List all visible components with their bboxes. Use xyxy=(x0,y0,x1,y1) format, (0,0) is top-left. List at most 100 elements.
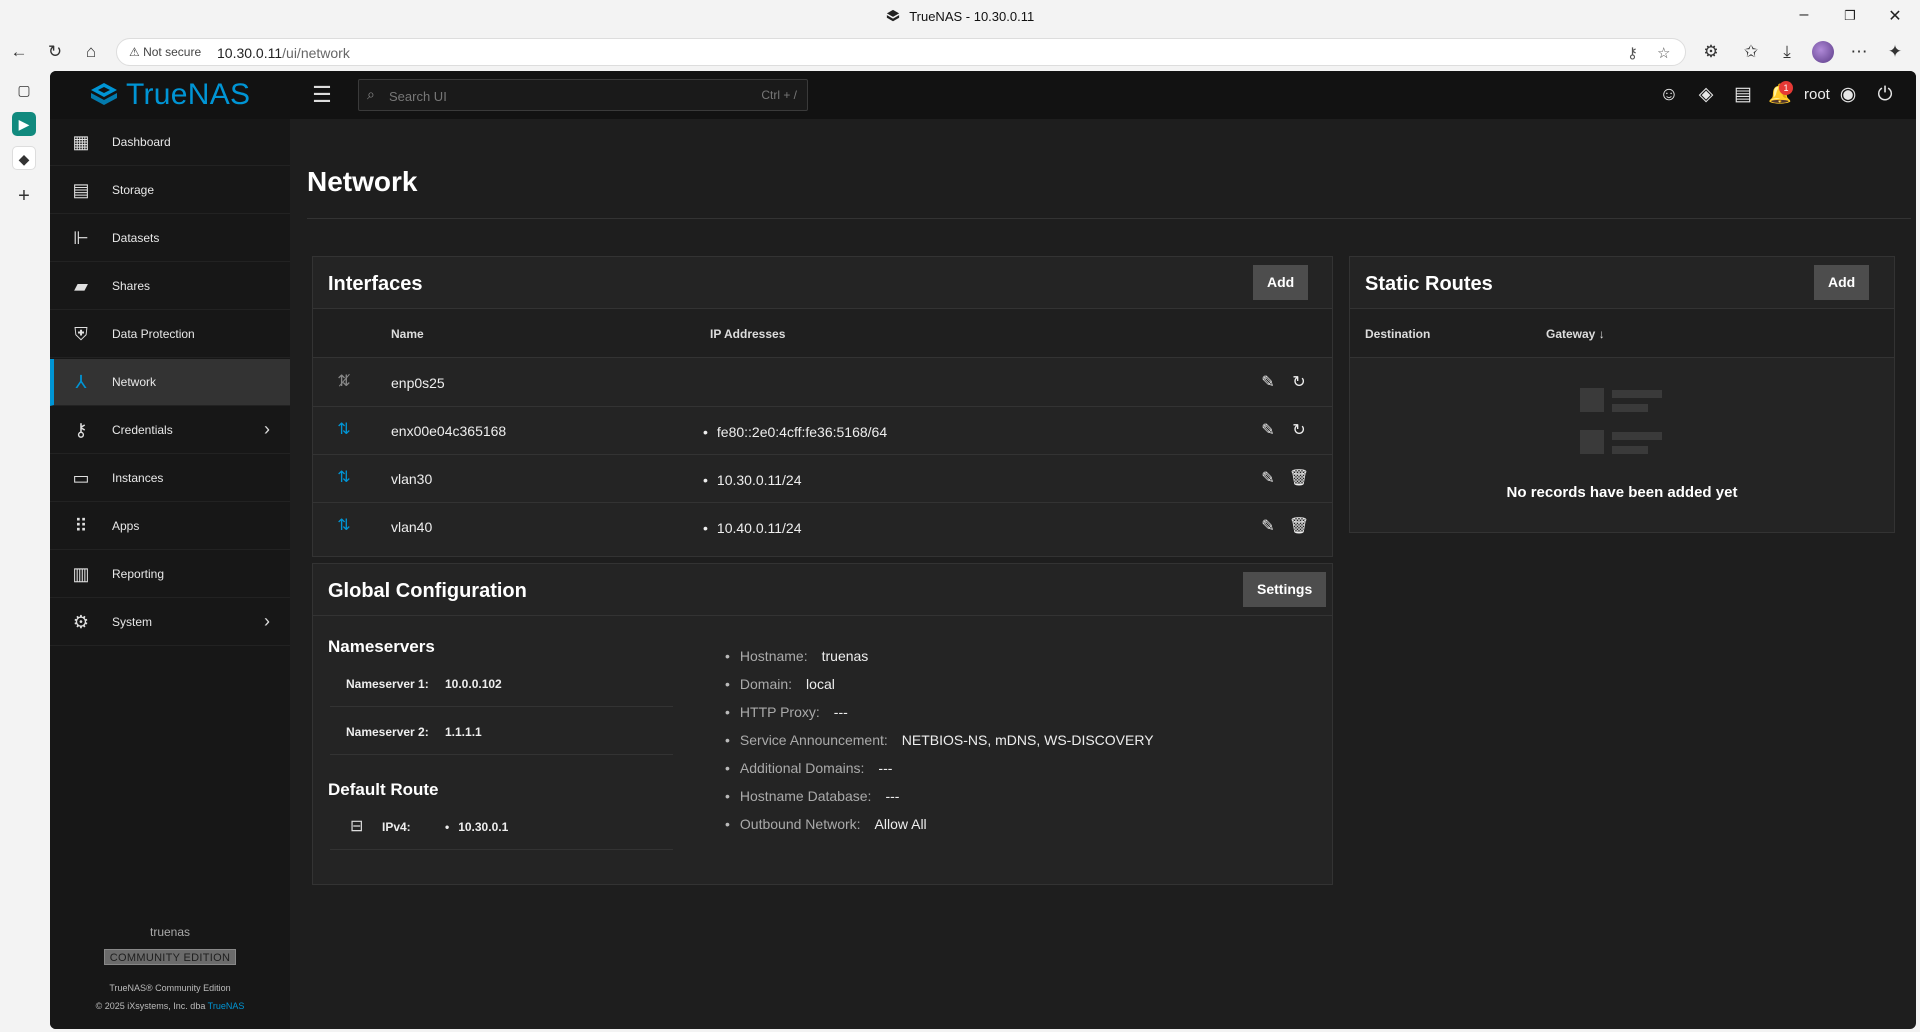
shield-icon: ⛨ xyxy=(74,324,88,344)
dashboard-icon: ▦ xyxy=(72,132,90,152)
edit-icon[interactable]: ✎ xyxy=(1257,468,1279,490)
truecommand-icon[interactable]: ◈ xyxy=(1694,83,1718,107)
favorites-icon[interactable]: ✩ xyxy=(1740,42,1762,62)
close-icon[interactable]: ✕ xyxy=(1885,6,1905,26)
empty-state: No records have been added yet xyxy=(1350,358,1894,533)
interfaces-title: Interfaces xyxy=(328,273,423,295)
truenas-logo-icon xyxy=(886,9,899,22)
shares-icon: ▰ xyxy=(74,276,88,296)
copyright: © 2025 iXsystems, Inc. dba TrueNAS xyxy=(95,1001,245,1011)
sidebar-item-reporting[interactable]: ▥ Reporting xyxy=(50,551,290,598)
empty-list-icon xyxy=(1580,388,1662,454)
link-up-icon: ⇅ xyxy=(337,517,351,534)
global-configuration-card: Global Configuration Settings Nameserver… xyxy=(312,563,1333,885)
reload-icon[interactable]: ↻ xyxy=(44,41,66,63)
settings-button[interactable]: Settings xyxy=(1243,572,1327,607)
global-config-header: Global Configuration Settings xyxy=(313,564,1332,616)
search-box[interactable]: ⌕ Ctrl + / xyxy=(358,79,808,111)
global-config-title: Global Configuration xyxy=(328,580,527,602)
tab-media-icon[interactable]: ▶ xyxy=(12,112,36,136)
extensions-icon[interactable]: ⚙ xyxy=(1700,42,1722,62)
page-title: Network xyxy=(307,166,418,197)
link-down-icon: ⇅̸ xyxy=(337,373,351,390)
more-menu-icon[interactable]: ⋯ xyxy=(1848,42,1870,62)
vertical-tabs: ▢ ▶ ◆ + xyxy=(0,70,50,1032)
add-interface-button[interactable]: Add xyxy=(1253,265,1309,300)
brand-logo[interactable]: TrueNAS xyxy=(88,78,250,111)
sidebar-item-storage[interactable]: ▤ Storage xyxy=(50,167,290,214)
table-row[interactable]: ⇅ enx00e04c365168 fe80::2e0:4cff:fe36:51… xyxy=(313,407,1332,455)
edit-icon[interactable]: ✎ xyxy=(1257,516,1279,538)
notification-badge: 1 xyxy=(1779,81,1793,95)
tab-actions-icon[interactable]: ▢ xyxy=(12,78,36,102)
edit-icon[interactable]: ✎ xyxy=(1257,372,1279,394)
apps-grid-icon: ⠿ xyxy=(74,516,88,536)
sidebar-item-dashboard[interactable]: ▦ Dashboard xyxy=(50,119,290,166)
copilot-icon[interactable]: ✦ xyxy=(1884,42,1906,62)
table-row[interactable]: ⇅ vlan40 10.40.0.11/24 ✎ 🗑 xyxy=(313,503,1332,551)
address-bar[interactable]: ⚠ Not secure 10.30.0.11/ui/network ⚷ ☆ xyxy=(116,38,1686,66)
link-up-icon: ⇅ xyxy=(337,421,351,438)
gear-icon: ⚙ xyxy=(72,612,90,632)
table-row[interactable]: ⇅ vlan30 10.30.0.11/24 ✎ 🗑 xyxy=(313,455,1332,503)
edit-icon[interactable]: ✎ xyxy=(1257,420,1279,442)
password-key-icon[interactable]: ⚷ xyxy=(1627,44,1638,62)
title-divider xyxy=(307,218,1911,219)
tab-truenas-icon[interactable]: ◆ xyxy=(12,146,36,170)
sidebar: ▦ Dashboard ▤ Storage ⊩ Datasets ▰ Share… xyxy=(50,119,290,1029)
table-row[interactable]: ⇅̸ enp0s25 ✎ ↻ xyxy=(313,359,1332,407)
sidebar-item-instances[interactable]: ▭ Instances xyxy=(50,455,290,502)
sidebar-item-datasets[interactable]: ⊩ Datasets xyxy=(50,215,290,262)
add-static-route-button[interactable]: Add xyxy=(1814,265,1870,300)
detail-outbound-network: Outbound Network:Allow All xyxy=(725,816,927,832)
truenas-app: TrueNAS ☰ ⌕ Ctrl + / ☺ ◈ ▤ 🔔 1 root ◉ ⏻ … xyxy=(50,71,1916,1029)
truenas-mark-icon xyxy=(91,83,117,105)
profile-avatar[interactable] xyxy=(1812,41,1834,63)
detail-hostname-database: Hostname Database:--- xyxy=(725,788,900,804)
favorite-star-icon[interactable]: ☆ xyxy=(1657,44,1670,62)
sidebar-item-data-protection[interactable]: ⛨ Data Protection xyxy=(50,311,290,358)
restore-icon[interactable]: ❐ xyxy=(1840,8,1860,24)
main-content: Network Interfaces Add Name IP Addresses… xyxy=(290,119,1916,1029)
column-ip-addresses[interactable]: IP Addresses xyxy=(710,327,785,341)
reset-icon[interactable]: ↻ xyxy=(1288,372,1310,394)
account-circle-icon[interactable]: ◉ xyxy=(1836,83,1860,107)
downloads-icon[interactable]: ⤓ xyxy=(1776,42,1798,62)
storage-icon: ▤ xyxy=(72,180,90,200)
product-name: TrueNAS® Community Edition xyxy=(109,983,231,993)
sidebar-item-credentials[interactable]: ⚷ Credentials › xyxy=(50,407,290,454)
reset-icon[interactable]: ↻ xyxy=(1288,420,1310,442)
column-gateway[interactable]: Gateway ↓ xyxy=(1546,327,1605,341)
delete-icon[interactable]: 🗑 xyxy=(1288,468,1310,490)
url-text[interactable]: 10.30.0.11/ui/network xyxy=(217,45,350,61)
username[interactable]: root xyxy=(1804,86,1830,103)
column-name[interactable]: Name xyxy=(391,327,424,341)
static-routes-header: Static Routes Add xyxy=(1350,257,1894,309)
search-input[interactable] xyxy=(389,86,749,106)
sidebar-item-apps[interactable]: ⠿ Apps xyxy=(50,503,290,550)
datasets-icon: ⊩ xyxy=(73,228,89,248)
column-destination[interactable]: Destination xyxy=(1365,327,1430,341)
jobs-clipboard-icon[interactable]: ▤ xyxy=(1731,83,1755,107)
search-shortcut: Ctrl + / xyxy=(761,88,797,102)
sidebar-item-shares[interactable]: ▰ Shares xyxy=(50,263,290,310)
menu-toggle-icon[interactable]: ☰ xyxy=(310,83,334,107)
static-routes-table-header: Destination Gateway ↓ xyxy=(1350,309,1894,358)
link-up-icon: ⇅ xyxy=(337,469,351,486)
not-secure-indicator[interactable]: ⚠ Not secure xyxy=(129,45,201,59)
chevron-right-icon: › xyxy=(264,611,270,631)
detail-domain: Domain:local xyxy=(725,676,835,692)
sidebar-item-network[interactable]: ⅄ Network xyxy=(50,359,290,406)
edition-badge: COMMUNITY EDITION xyxy=(104,949,236,965)
top-bar: TrueNAS ☰ ⌕ Ctrl + / ☺ ◈ ▤ 🔔 1 root ◉ ⏻ xyxy=(50,71,1916,119)
power-icon[interactable]: ⏻ xyxy=(1873,83,1897,107)
router-icon: ⊟ xyxy=(350,818,364,835)
home-icon[interactable]: ⌂ xyxy=(80,41,102,63)
minimize-icon[interactable]: – xyxy=(1794,6,1814,24)
feedback-smiley-icon[interactable]: ☺ xyxy=(1657,83,1681,107)
delete-icon[interactable]: 🗑 xyxy=(1288,516,1310,538)
back-icon[interactable]: ← xyxy=(8,41,30,63)
sidebar-item-system[interactable]: ⚙ System › xyxy=(50,599,290,646)
new-tab-icon[interactable]: + xyxy=(12,184,36,208)
truenas-link[interactable]: TrueNAS xyxy=(208,1001,245,1011)
